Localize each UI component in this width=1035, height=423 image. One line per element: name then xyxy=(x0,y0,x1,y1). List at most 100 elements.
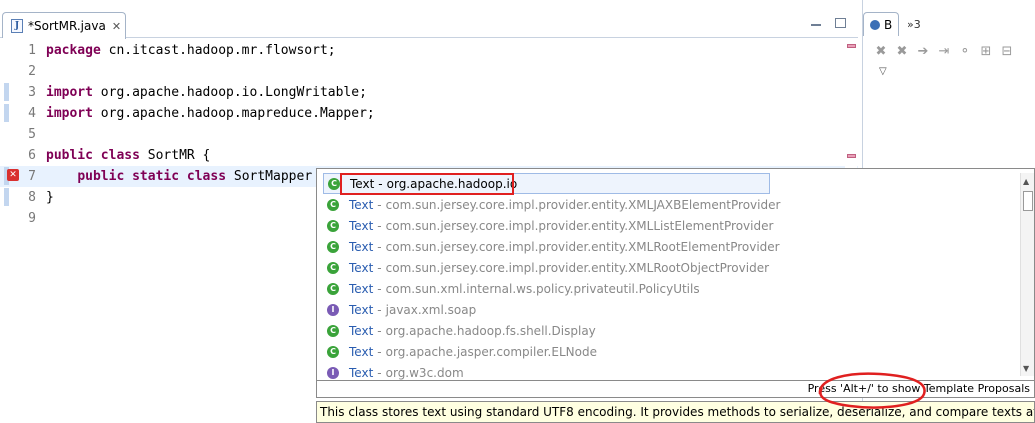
proposal-package: org.w3c.dom xyxy=(385,365,464,380)
proposal-package: com.sun.xml.internal.ws.policy.privateut… xyxy=(385,281,700,296)
line-number: 6 xyxy=(28,148,36,163)
close-tab-icon[interactable]: ✕ xyxy=(112,20,121,33)
code-line[interactable]: 1 package cn.itcast.hadoop.mr.flowsort; xyxy=(0,40,858,61)
collapse-all-icon[interactable]: ⊟ xyxy=(999,43,1015,59)
proposal-scrollbar[interactable]: ▲ ▼ xyxy=(1020,173,1034,376)
proposal-package: org.apache.hadoop.fs.shell.Display xyxy=(385,323,596,338)
code-token: org.apache.hadoop.io.LongWritable; xyxy=(92,85,367,100)
more-views-chevron[interactable]: »3 xyxy=(907,18,921,31)
class-icon: C xyxy=(327,345,339,358)
proposal-item[interactable]: C Text - com.sun.jersey.core.impl.provider.… xyxy=(323,236,1020,257)
proposal-type-name: Text xyxy=(349,281,374,296)
overview-marker[interactable] xyxy=(847,44,856,48)
code-line[interactable]: 2 xyxy=(0,61,858,82)
step-icon[interactable]: ➔ xyxy=(915,43,931,59)
code-line[interactable]: 4 import org.apache.hadoop.mapreduce.Mapp… xyxy=(0,103,858,124)
proposal-type-name: Text xyxy=(349,218,374,233)
code-text: import org.apache.hadoop.mapreduce.Mappe… xyxy=(46,103,375,124)
editor-tab-sortmr[interactable]: J *SortMR.java ✕ xyxy=(2,12,126,39)
line-number: 1 xyxy=(28,43,36,58)
proposal-type-name: Text xyxy=(349,344,374,359)
remove-icon[interactable]: ✖ xyxy=(873,43,889,59)
scroll-down-icon[interactable]: ▼ xyxy=(1023,364,1029,373)
proposal-separator: - xyxy=(377,197,382,212)
proposal-item[interactable]: C Text - com.sun.jersey.core.impl.provider.… xyxy=(323,257,1020,278)
overview-error-marker[interactable] xyxy=(847,154,856,158)
class-icon: C xyxy=(327,198,339,211)
proposal-type-name: Text xyxy=(349,239,374,254)
proposal-item[interactable]: C Text - com.sun.xml.internal.ws.policy.pri… xyxy=(323,278,1020,299)
line-number: 4 xyxy=(28,106,36,121)
export-icon[interactable]: ⇥ xyxy=(936,43,952,59)
class-icon: C xyxy=(327,240,339,253)
code-token: } xyxy=(46,190,54,205)
keyword-token: static xyxy=(132,169,180,184)
red-circle-annotation xyxy=(818,372,926,409)
proposal-item[interactable]: I Text - javax.xml.soap xyxy=(323,299,1020,320)
proposal-package: com.sun.jersey.core.impl.provider.entity… xyxy=(385,218,774,233)
keyword-token: import xyxy=(46,106,93,121)
proposal-separator: - xyxy=(377,323,382,338)
remove-all-icon[interactable]: ✖ xyxy=(894,43,910,59)
code-token: org.apache.hadoop.mapreduce.Mapper; xyxy=(92,106,375,121)
proposal-type-name: Text xyxy=(349,260,374,275)
proposal-list[interactable]: C Text - org.apache.hadoop.io C Text - com.sun.… xyxy=(323,173,1020,383)
code-text: package cn.itcast.hadoop.mr.flowsort; xyxy=(46,40,336,61)
keyword-token: public xyxy=(46,148,93,163)
editor-tab-strip: J *SortMR.java ✕ xyxy=(0,0,858,39)
expand-all-icon[interactable]: ⊞ xyxy=(978,43,994,59)
highlight-box-annotation xyxy=(340,173,514,195)
eclipse-window: J *SortMR.java ✕ 1 package cn.itcast.hado… xyxy=(0,0,1035,423)
java-file-icon: J xyxy=(11,19,23,33)
scroll-up-icon[interactable]: ▲ xyxy=(1023,177,1029,186)
code-line[interactable]: 5 xyxy=(0,124,858,145)
view-tab-label: B xyxy=(884,17,893,32)
proposal-item[interactable]: C Text - org.apache.jasper.compiler.ELNode xyxy=(323,341,1020,362)
code-token: SortMR { xyxy=(139,148,211,163)
code-token: cn.itcast.hadoop.mr.flowsort; xyxy=(100,43,336,58)
proposal-type-name: Text xyxy=(349,323,374,338)
content-assist-popup[interactable]: C Text - org.apache.hadoop.io C Text - com.sun.… xyxy=(316,168,1035,381)
line-number: 7 xyxy=(28,169,36,184)
editor-tab-title: *SortMR.java xyxy=(28,19,106,33)
minimize-icon[interactable] xyxy=(808,16,824,28)
scroll-thumb[interactable] xyxy=(1023,191,1033,211)
proposal-separator: - xyxy=(377,344,382,359)
class-icon: C xyxy=(327,261,339,274)
proposal-item[interactable]: C Text - com.sun.jersey.core.impl.provider.… xyxy=(323,194,1020,215)
filter-icon[interactable]: ⚬ xyxy=(957,43,973,59)
view-menu-dropdown-icon[interactable]: ▽ xyxy=(879,66,887,77)
proposal-item[interactable]: C Text - com.sun.jersey.core.impl.provider.… xyxy=(323,215,1020,236)
class-icon: C xyxy=(328,177,340,190)
code-line[interactable]: 3 import org.apache.hadoop.io.LongWritabl… xyxy=(0,82,858,103)
proposal-separator: - xyxy=(377,218,382,233)
code-text: public class SortMR { xyxy=(46,145,210,166)
code-token: SortMapper xyxy=(226,169,320,184)
view-tab-b[interactable]: B xyxy=(863,12,899,36)
line-number: 3 xyxy=(28,85,36,100)
proposal-type-name: Text xyxy=(349,302,374,317)
interface-icon: I xyxy=(327,366,339,379)
code-line[interactable]: 6 public class SortMR { xyxy=(0,145,858,166)
class-icon: C xyxy=(327,219,339,232)
change-marker xyxy=(4,188,9,206)
proposal-separator: - xyxy=(377,365,382,380)
maximize-icon[interactable] xyxy=(832,16,848,28)
keyword-token: class xyxy=(186,169,227,184)
class-icon: C xyxy=(327,282,339,295)
interface-icon: I xyxy=(327,303,339,316)
change-marker xyxy=(4,83,9,101)
keyword-token: package xyxy=(46,43,101,58)
class-icon: C xyxy=(327,324,339,337)
proposal-item[interactable]: C Text - org.apache.hadoop.fs.shell.Display xyxy=(323,320,1020,341)
keyword-token: import xyxy=(46,85,93,100)
view-tab-header: B »3 xyxy=(863,12,1035,36)
view-tab-icon xyxy=(870,19,880,30)
view-toolbar: ✖ ✖ ➔ ⇥ ⚬ ⊞ ⊟ xyxy=(863,38,1035,64)
line-number: 8 xyxy=(28,190,36,205)
proposal-separator: - xyxy=(377,302,382,317)
